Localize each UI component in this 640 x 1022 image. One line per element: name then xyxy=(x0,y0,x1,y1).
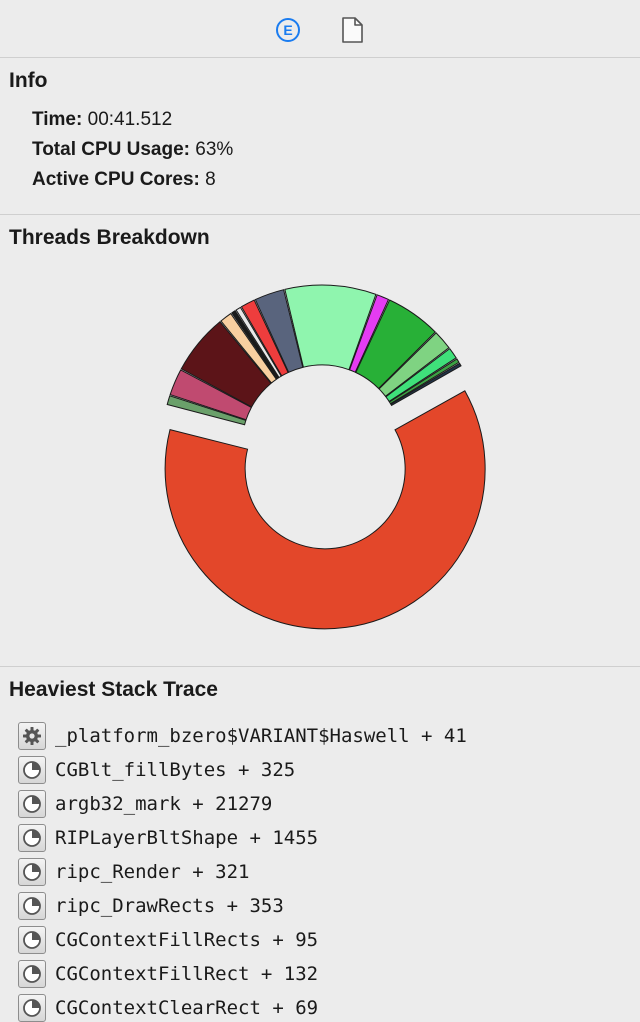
trace-title: Heaviest Stack Trace xyxy=(9,678,218,701)
trace-frame-label: ripc_Render + 321 xyxy=(55,861,250,883)
info-title: Info xyxy=(9,69,48,92)
cpu-cores-value: 8 xyxy=(205,169,216,190)
trace-list: _platform_bzero$VARIANT$Haswell + 41 CGB… xyxy=(0,707,640,1022)
events-icon: E xyxy=(276,18,300,42)
pie-icon xyxy=(18,994,46,1022)
info-row-cpu-cores: Active CPU Cores: 8 xyxy=(32,168,640,198)
trace-section: Heaviest Stack Trace _platform_bzero$VAR… xyxy=(0,667,640,1022)
pie-icon xyxy=(18,824,46,852)
document-icon xyxy=(342,17,363,43)
pie-icon xyxy=(18,960,46,988)
threads-section: Threads Breakdown xyxy=(0,215,640,667)
events-tab-button[interactable]: E xyxy=(272,14,304,46)
donut-slice-0[interactable] xyxy=(164,390,486,630)
info-row-time: Time: 00:41.512 xyxy=(32,108,640,138)
trace-frame[interactable]: ripc_Render + 321 xyxy=(18,855,640,889)
trace-frame[interactable]: argb32_mark + 21279 xyxy=(18,787,640,821)
info-section: Info Time: 00:41.512 Total CPU Usage: 63… xyxy=(0,58,640,215)
cpu-usage-label: Total CPU Usage: xyxy=(32,139,191,160)
trace-frame-label: ripc_DrawRects + 353 xyxy=(55,895,284,917)
trace-frame-label: CGContextFillRect + 132 xyxy=(55,963,319,985)
trace-frame[interactable]: _platform_bzero$VARIANT$Haswell + 41 xyxy=(18,719,640,753)
trace-frame[interactable]: CGContextClearRect + 69 xyxy=(18,991,640,1022)
trace-frame[interactable]: CGContextFillRects + 95 xyxy=(18,923,640,957)
threads-title: Threads Breakdown xyxy=(9,226,210,249)
info-rows: Time: 00:41.512 Total CPU Usage: 63% Act… xyxy=(0,98,640,198)
cpu-cores-label: Active CPU Cores: xyxy=(32,169,200,190)
pie-icon xyxy=(18,790,46,818)
gear-icon xyxy=(18,722,46,750)
pie-icon xyxy=(18,858,46,886)
pie-icon xyxy=(18,926,46,954)
inspector-toolbar: E xyxy=(0,0,640,58)
trace-frame[interactable]: ripc_DrawRects + 353 xyxy=(18,889,640,923)
events-icon-glyph: E xyxy=(283,22,293,38)
threads-donut-chart[interactable] xyxy=(0,257,640,657)
trace-frame[interactable]: CGBlt_fillBytes + 325 xyxy=(18,753,640,787)
trace-frame-label: _platform_bzero$VARIANT$Haswell + 41 xyxy=(55,725,467,747)
trace-frame[interactable]: CGContextFillRect + 132 xyxy=(18,957,640,991)
trace-frame[interactable]: RIPLayerBltShape + 1455 xyxy=(18,821,640,855)
trace-frame-label: CGBlt_fillBytes + 325 xyxy=(55,759,296,781)
trace-frame-label: CGContextClearRect + 69 xyxy=(55,997,319,1019)
pie-icon xyxy=(18,892,46,920)
trace-frame-label: CGContextFillRects + 95 xyxy=(55,929,319,951)
cpu-usage-value: 63% xyxy=(195,139,234,160)
trace-frame-label: RIPLayerBltShape + 1455 xyxy=(55,827,319,849)
trace-frame-label: argb32_mark + 21279 xyxy=(55,793,273,815)
time-value: 00:41.512 xyxy=(87,109,173,130)
time-label: Time: xyxy=(32,109,83,130)
info-row-cpu-usage: Total CPU Usage: 63% xyxy=(32,138,640,168)
document-tab-button[interactable] xyxy=(336,14,368,46)
pie-icon xyxy=(18,756,46,784)
